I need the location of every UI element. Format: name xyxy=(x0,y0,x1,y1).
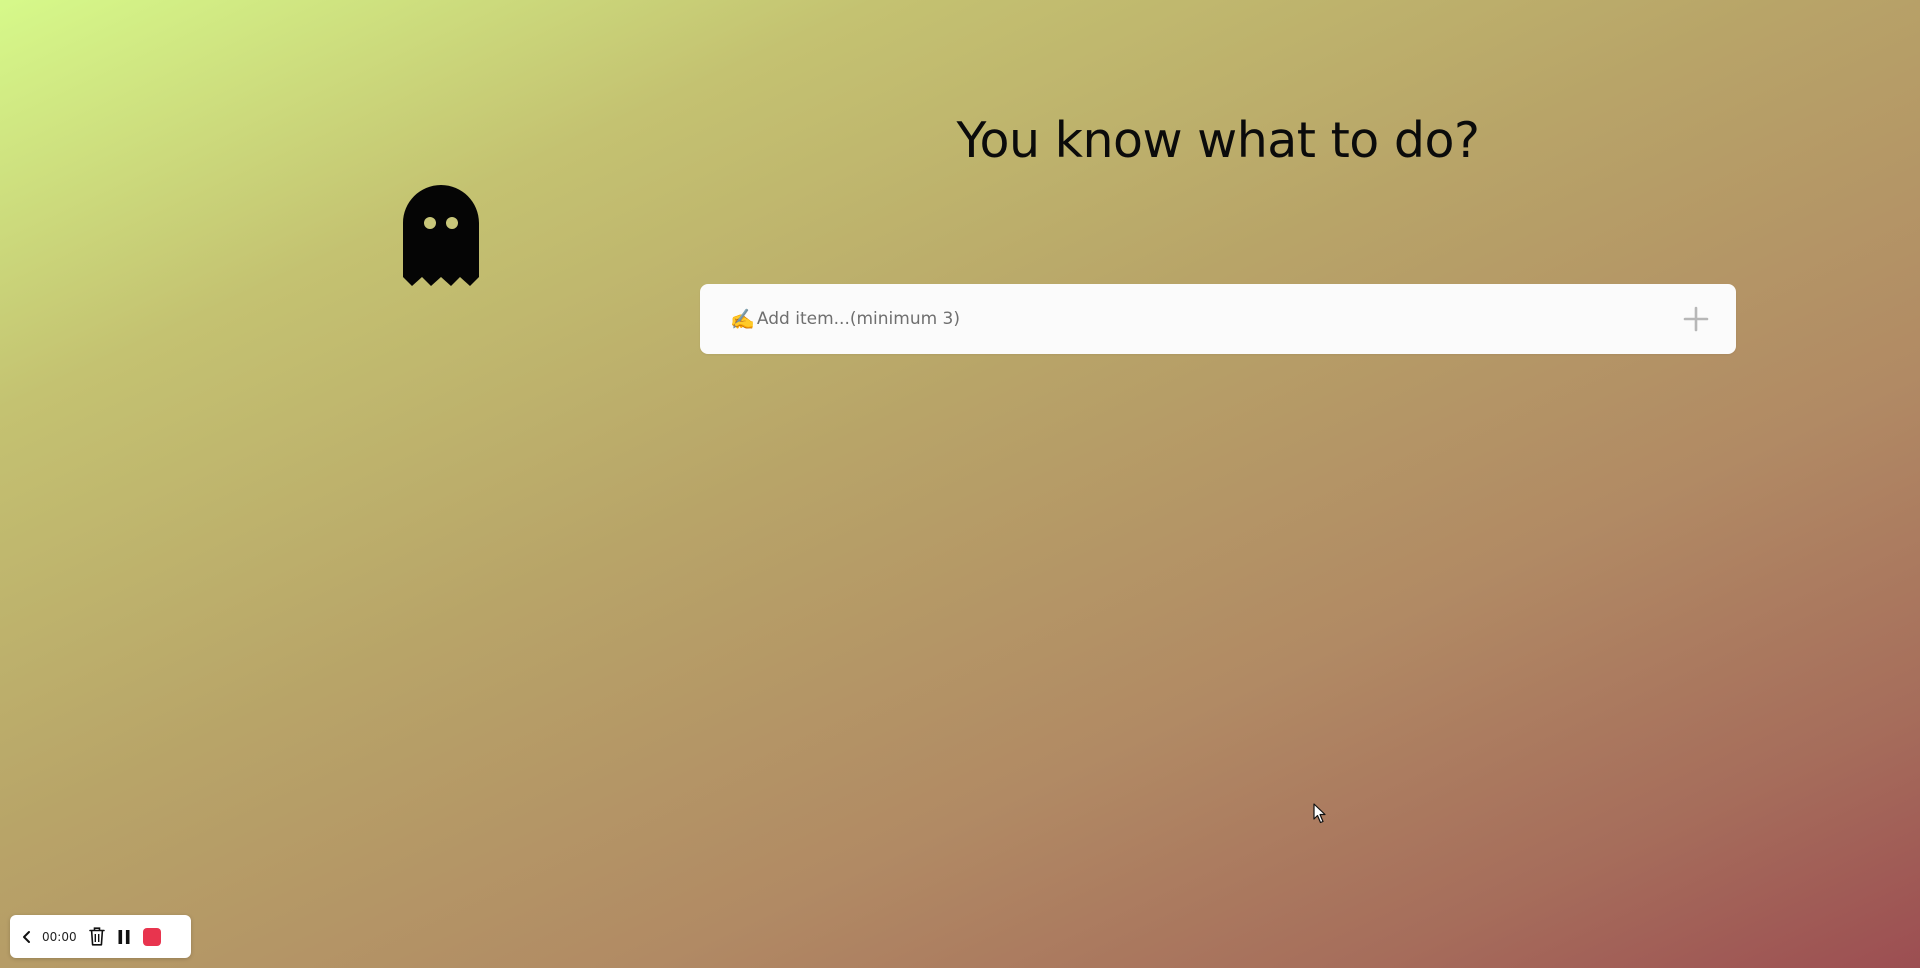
ghost-icon xyxy=(403,185,479,286)
add-item-input[interactable] xyxy=(756,299,1676,339)
add-item-form: ✍️ xyxy=(700,284,1736,354)
chevron-left-icon xyxy=(23,930,30,943)
mouse-pointer-icon xyxy=(1313,803,1327,824)
writing-hand-icon: ✍️ xyxy=(730,307,755,331)
screen-recorder-toolbar: 00:00 xyxy=(10,915,191,958)
pause-icon xyxy=(118,929,130,944)
stop-recording-button[interactable] xyxy=(142,927,161,946)
page-title: You know what to do? xyxy=(956,112,1480,169)
pause-recording-button[interactable] xyxy=(117,929,131,945)
stop-icon xyxy=(142,927,161,946)
trash-icon xyxy=(88,927,105,946)
recording-timer: 00:00 xyxy=(42,929,77,944)
back-button[interactable] xyxy=(22,930,32,944)
add-item-button[interactable] xyxy=(1676,299,1716,339)
plus-icon xyxy=(1683,306,1709,332)
delete-recording-button[interactable] xyxy=(88,927,105,946)
